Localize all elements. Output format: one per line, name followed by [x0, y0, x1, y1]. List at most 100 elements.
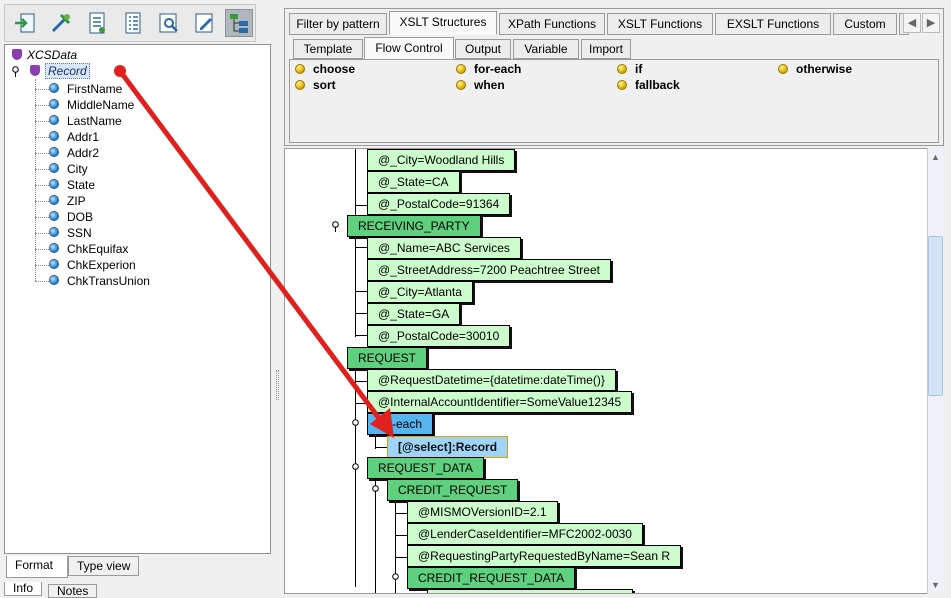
tab-custom[interactable]: Custom — [833, 13, 897, 35]
tree-list-icon — [125, 12, 141, 34]
pane-splitter[interactable] — [274, 8, 282, 594]
connector-line — [355, 403, 367, 404]
schema-button[interactable] — [225, 9, 253, 37]
tree-item-field[interactable]: FirstName — [67, 81, 122, 97]
expand-pin-icon[interactable] — [11, 66, 20, 78]
tree-guide-line — [35, 233, 49, 234]
mapping-canvas[interactable]: @_City=Woodland Hills @_State=CA @_Posta… — [284, 148, 944, 594]
tab-xpath-functions[interactable]: XPath Functions — [499, 13, 605, 35]
node-credit-request[interactable]: CREDIT_REQUEST — [387, 479, 519, 501]
document-list-button[interactable] — [83, 9, 111, 37]
field-node-icon — [49, 275, 59, 285]
tab-xslt-functions[interactable]: XSLT Functions — [607, 13, 713, 35]
field-node-icon — [49, 179, 59, 189]
field-node-icon — [49, 131, 59, 141]
expand-pin-icon[interactable] — [371, 485, 380, 497]
import-button[interactable] — [11, 9, 39, 37]
node-receiving-party[interactable]: RECEIVING_PARTY — [347, 215, 481, 237]
expand-pin-icon[interactable] — [351, 419, 360, 431]
tab-info[interactable]: Info — [4, 582, 43, 596]
tree-item-field[interactable]: DOB — [67, 209, 93, 225]
node-request-data[interactable]: REQUEST_DATA — [367, 457, 484, 479]
node-internal-account-identifier[interactable]: @InternalAccountIdentifier=SomeValue1234… — [367, 391, 633, 413]
tree-item-field[interactable]: Addr2 — [67, 145, 99, 161]
tab-scroll-left-icon[interactable]: ◀ — [903, 13, 921, 33]
node-city-atlanta[interactable]: @_City=Atlanta — [367, 281, 473, 303]
tree-root[interactable]: XCSData — [27, 47, 77, 63]
node-state-ca[interactable]: @_State=CA — [367, 171, 460, 193]
scroll-down-icon[interactable]: ▼ — [928, 578, 943, 592]
node-partial[interactable] — [427, 589, 633, 593]
tab-exslt-functions[interactable]: EXSLT Functions — [715, 13, 831, 35]
tree-item-field[interactable]: ZIP — [67, 193, 86, 209]
preview-button[interactable] — [155, 9, 183, 37]
tree-guide-line — [35, 153, 49, 154]
source-schema-tree: XCSData Record FirstName MiddleName LastNa… — [4, 44, 271, 554]
tree-guide-line — [35, 169, 49, 170]
node-request[interactable]: REQUEST — [347, 347, 428, 369]
import-icon — [15, 13, 35, 33]
tree-item-record[interactable]: Record — [45, 63, 90, 79]
function-bulb-icon — [295, 64, 305, 74]
function-for-each[interactable]: for-each — [456, 61, 521, 77]
tab-scroll-right-icon[interactable]: ▶ — [922, 13, 940, 33]
node-mismo-version-id[interactable]: @MISMOVersionID=2.1 — [407, 501, 558, 523]
splitter-grip[interactable] — [276, 370, 279, 400]
function-sort[interactable]: sort — [295, 77, 336, 93]
tree-list-button[interactable] — [119, 9, 147, 37]
map-tool-button[interactable] — [47, 9, 75, 37]
tree-item-field[interactable]: Addr1 — [67, 129, 99, 145]
preview-icon — [159, 13, 178, 33]
function-if[interactable]: if — [617, 61, 642, 77]
subtab-variable[interactable]: Variable — [513, 39, 579, 59]
field-node-icon — [49, 163, 59, 173]
tab-filter-by-pattern[interactable]: Filter by pattern — [289, 13, 387, 35]
node-for-each[interactable]: for-each — [367, 413, 434, 435]
connector-line — [395, 557, 407, 558]
expand-pin-icon[interactable] — [331, 221, 340, 233]
tree-item-field[interactable]: LastName — [67, 113, 122, 129]
node-city-woodland-hills[interactable]: @_City=Woodland Hills — [367, 149, 516, 171]
node-state-ga[interactable]: @_State=GA — [367, 303, 461, 325]
node-lender-case-identifier[interactable]: @LenderCaseIdentifier=MFC2002-0030 — [407, 523, 643, 545]
function-choose[interactable]: choose — [295, 61, 355, 77]
node-postalcode-30010[interactable]: @_PostalCode=30010 — [367, 325, 511, 347]
node-credit-request-data[interactable]: CREDIT_REQUEST_DATA — [407, 567, 576, 589]
node-requesting-party[interactable]: @RequestingPartyRequestedByName=Sean R — [407, 545, 681, 567]
toolbar — [4, 4, 256, 42]
field-node-icon — [49, 195, 59, 205]
subtab-output[interactable]: Output — [455, 39, 511, 59]
tab-xslt-structures[interactable]: XSLT Structures — [389, 11, 497, 35]
function-otherwise[interactable]: otherwise — [778, 61, 852, 77]
tree-item-field[interactable]: MiddleName — [67, 97, 134, 113]
node-street-address[interactable]: @_StreetAddress=7200 Peachtree Street — [367, 259, 611, 281]
tab-format[interactable]: Format — [6, 556, 68, 578]
expand-pin-icon[interactable] — [351, 463, 360, 475]
edit-button[interactable] — [191, 9, 219, 37]
tree-item-field[interactable]: ChkEquifax — [67, 241, 128, 257]
connector-line — [375, 447, 387, 448]
node-postalcode-91364[interactable]: @_PostalCode=91364 — [367, 193, 511, 215]
tree-item-field[interactable]: SSN — [67, 225, 92, 241]
function-bulb-icon — [778, 64, 788, 74]
canvas-scrollbar-thumb[interactable] — [928, 236, 943, 396]
tree-item-field[interactable]: ChkTransUnion — [67, 273, 150, 289]
tab-type-view[interactable]: Type view — [68, 556, 140, 576]
function-when[interactable]: when — [456, 77, 505, 93]
tree-guide-line — [35, 105, 49, 106]
map-tool-icon — [51, 13, 71, 33]
function-fallback[interactable]: fallback — [617, 77, 680, 93]
expand-pin-icon[interactable] — [391, 573, 400, 585]
tree-item-field[interactable]: State — [67, 177, 95, 193]
scroll-up-icon[interactable]: ▲ — [928, 150, 943, 164]
subtab-template[interactable]: Template — [293, 39, 363, 59]
subtab-flow-control[interactable]: Flow Control — [364, 37, 454, 59]
node-name-abc-services[interactable]: @_Name=ABC Services — [367, 237, 521, 259]
tree-item-field[interactable]: City — [67, 161, 88, 177]
node-select-record[interactable]: [@select]:Record — [387, 436, 509, 458]
node-request-datetime[interactable]: @RequestDatetime={datetime:dateTime()} — [367, 369, 616, 391]
tree-guide-line — [35, 121, 49, 122]
tree-guide-line — [35, 265, 49, 266]
subtab-import[interactable]: Import — [581, 39, 631, 59]
tree-item-field[interactable]: ChkExperion — [67, 257, 136, 273]
